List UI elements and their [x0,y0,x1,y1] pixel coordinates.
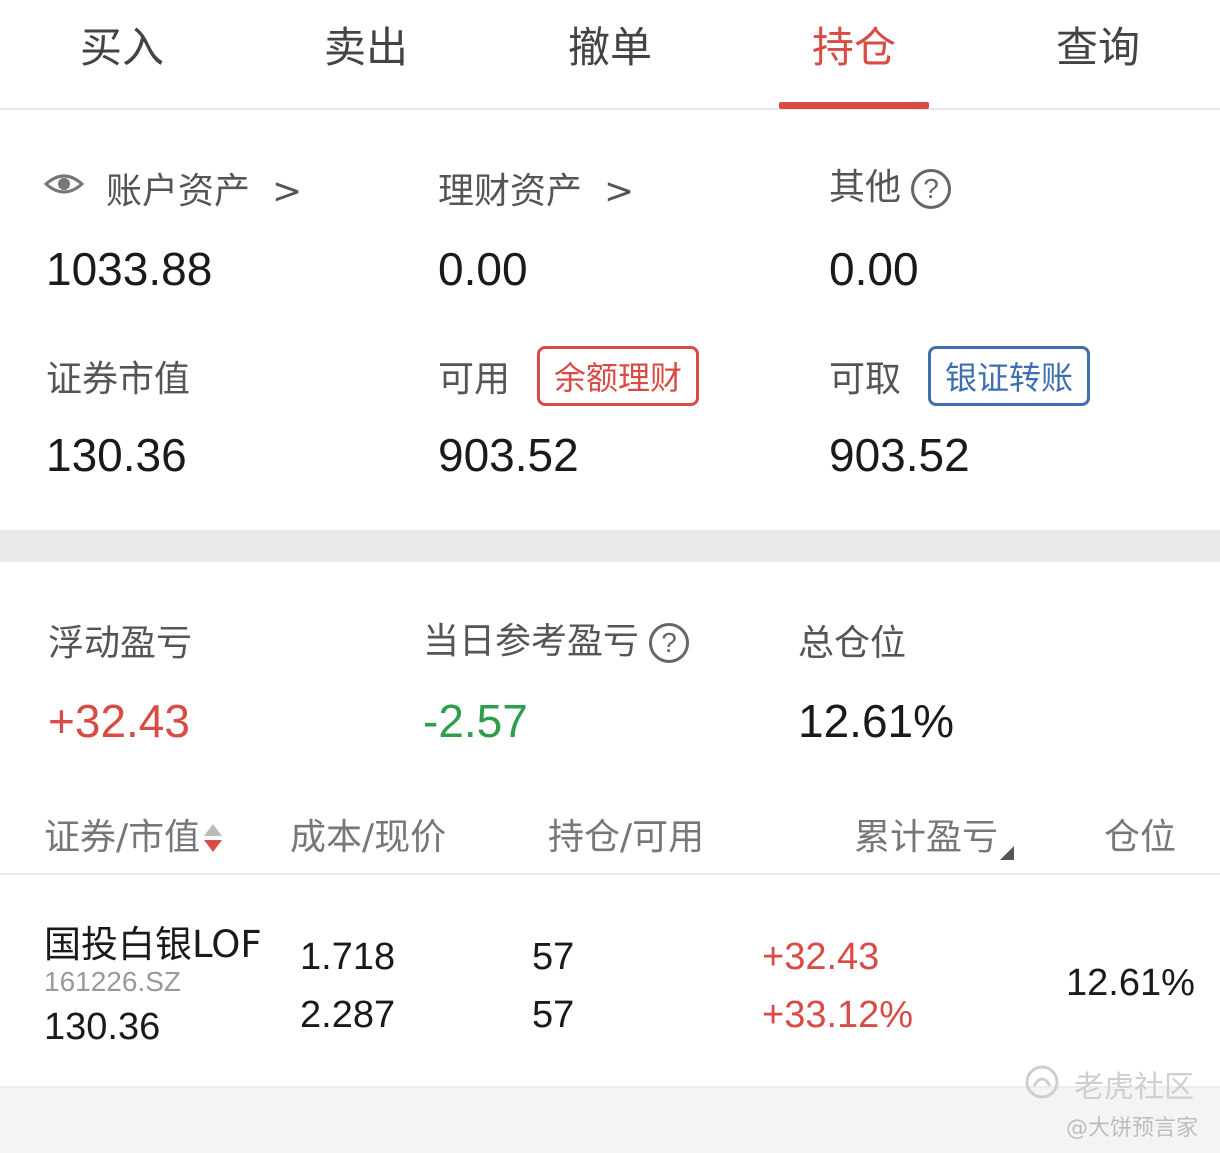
floating-pl-value: +32.43 [48,695,190,747]
total-position-value: 12.61% [798,695,955,747]
available-quantity: 57 [532,994,575,1036]
daily-pl-value: -2.57 [423,695,528,747]
current-price: 2.287 [300,994,396,1036]
cumulative-pl-amount: +32.43 [762,936,880,978]
sort-corner-icon [1000,846,1015,860]
tab-cancel-order[interactable]: 撤单 [530,14,690,75]
column-header-cost: 成本/现价 [290,817,447,858]
section-divider [0,530,1220,562]
column-header-holding: 持仓/可用 [548,817,705,858]
tab-buy[interactable]: 买入 [42,14,202,75]
security-name: 国投白银LOF [44,923,262,966]
account-assets-link[interactable]: 账户资产 > [106,162,302,214]
column-header-security-label: 证券/市值 [44,817,201,858]
column-header-position: 仓位 [1104,817,1177,858]
bank-transfer-button[interactable]: 银证转账 [928,346,1091,406]
account-assets-label: 账户资产 [106,171,251,212]
other-assets-label: 其他 [829,167,902,208]
position-ratio: 12.61% [1066,962,1195,1004]
securities-value-label: 证券市值 [46,359,191,400]
other-assets-header: 其他? [829,158,952,210]
column-header-cumulative-pl-label: 累计盈亏 [854,817,999,858]
other-assets-value: 0.00 [829,243,919,295]
tiger-logo-icon [1025,1065,1059,1099]
wealth-assets-value: 0.00 [438,243,528,295]
available-value: 903.52 [438,429,579,481]
column-header-cumulative-pl[interactable]: 累计盈亏 [854,808,1015,860]
eye-icon[interactable] [44,168,84,200]
tab-query[interactable]: 查询 [1018,14,1178,75]
watermark-author: @大饼预言家 [1066,1116,1199,1141]
securities-value: 130.36 [46,429,187,481]
cumulative-pl-percent: +33.12% [762,994,914,1036]
sort-icon [204,822,223,856]
withdrawable-label: 可取 [829,359,902,400]
withdrawable-value: 903.52 [829,429,970,481]
wealth-assets-link[interactable]: 理财资产 > [438,162,634,214]
help-icon[interactable]: ? [911,169,952,209]
cost-price: 1.718 [300,936,396,978]
chevron-right-icon: > [604,171,635,212]
available-label: 可用 [438,359,511,400]
daily-pl-label: 当日参考盈亏 [423,621,640,662]
floating-pl-label: 浮动盈亏 [48,623,193,664]
balance-wealth-button[interactable]: 余额理财 [537,346,700,406]
wealth-assets-label: 理财资产 [438,171,583,212]
help-icon[interactable]: ? [649,623,690,663]
watermark-brand: 老虎社区 [1074,1070,1194,1105]
chevron-right-icon: > [272,171,303,212]
active-tab-indicator [779,102,929,109]
table-header-separator [0,873,1220,875]
tab-bar: 买入 卖出 撤单 持仓 查询 [0,0,1220,110]
column-header-security[interactable]: 证券/市值 [44,808,223,860]
security-code: 161226.SZ [44,966,181,997]
holding-quantity: 57 [532,936,575,978]
tab-sell[interactable]: 卖出 [286,14,446,75]
daily-pl-header: 当日参考盈亏? [423,612,690,664]
market-value: 130.36 [44,1006,161,1048]
tab-positions[interactable]: 持仓 [774,14,934,75]
total-position-label: 总仓位 [798,623,907,664]
account-assets-value: 1033.88 [46,243,213,295]
